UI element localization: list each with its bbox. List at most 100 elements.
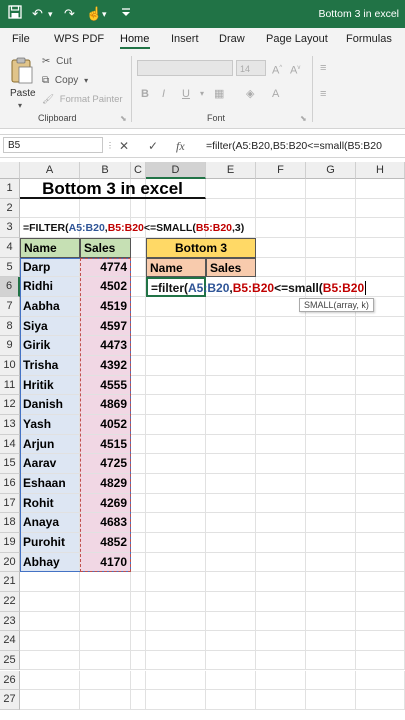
cell[interactable] — [256, 414, 306, 435]
cell[interactable] — [306, 336, 356, 356]
cell[interactable] — [356, 179, 405, 199]
cell[interactable] — [20, 572, 80, 592]
row-header-10[interactable]: 10 — [0, 355, 20, 376]
row-header-3[interactable]: 3 — [0, 218, 20, 238]
cell[interactable] — [256, 316, 306, 337]
cell[interactable] — [356, 513, 405, 533]
cell[interactable] — [356, 316, 405, 337]
cell[interactable] — [131, 532, 146, 553]
column-header-h[interactable]: H — [356, 162, 405, 179]
cell[interactable] — [356, 375, 405, 396]
cell[interactable] — [146, 296, 206, 317]
cell[interactable] — [131, 414, 146, 435]
cell[interactable] — [206, 355, 256, 376]
cell[interactable] — [206, 513, 256, 533]
cell[interactable] — [131, 375, 146, 396]
row-header-22[interactable]: 22 — [0, 591, 20, 612]
cell[interactable] — [206, 434, 256, 455]
cell[interactable] — [356, 690, 405, 710]
cell[interactable] — [131, 257, 146, 278]
row-header-2[interactable]: 2 — [0, 198, 20, 219]
cell[interactable] — [306, 690, 356, 710]
cell[interactable] — [131, 513, 146, 533]
formula-display[interactable]: =FILTER(A5:B20,B5:B20<=SMALL(B5:B20,3) — [20, 218, 244, 238]
cell[interactable] — [256, 395, 306, 415]
row-header-27[interactable]: 27 — [0, 690, 20, 710]
cell[interactable] — [256, 591, 306, 612]
cell[interactable] — [146, 375, 206, 396]
cell[interactable] — [146, 670, 206, 691]
cell[interactable] — [306, 650, 356, 671]
cell[interactable] — [306, 179, 356, 199]
row-header-12[interactable]: 12 — [0, 395, 20, 415]
cell[interactable] — [20, 198, 80, 219]
cell[interactable] — [206, 414, 256, 435]
cell[interactable] — [131, 198, 146, 219]
cell[interactable] — [80, 690, 131, 710]
cell[interactable] — [146, 552, 206, 573]
row-header-18[interactable]: 18 — [0, 513, 20, 533]
cell[interactable] — [131, 611, 146, 632]
row-header-24[interactable]: 24 — [0, 631, 20, 651]
cell[interactable] — [356, 611, 405, 632]
cell[interactable] — [256, 611, 306, 632]
cell[interactable] — [356, 355, 405, 376]
cell[interactable] — [256, 336, 306, 356]
cell[interactable] — [306, 493, 356, 514]
row-header-1[interactable]: 1 — [0, 179, 20, 199]
row-header-21[interactable]: 21 — [0, 572, 20, 592]
cell[interactable] — [206, 532, 256, 553]
cell[interactable] — [356, 532, 405, 553]
row-header-5[interactable]: 5 — [0, 257, 20, 278]
row-header-14[interactable]: 14 — [0, 434, 20, 455]
cell[interactable] — [356, 631, 405, 651]
cell[interactable] — [256, 572, 306, 592]
cell[interactable] — [306, 218, 356, 238]
cell[interactable] — [131, 493, 146, 514]
bottom3-title[interactable]: Bottom 3 — [146, 237, 256, 258]
column-header-f[interactable]: F — [256, 162, 306, 179]
cell[interactable] — [80, 198, 131, 219]
cell[interactable] — [131, 434, 146, 455]
cell[interactable] — [146, 650, 206, 671]
cell[interactable] — [256, 218, 306, 238]
worksheet-grid[interactable]: A B C D E F G H 1 2 3 4 5 6 7 8 9 10 11 12 13 14 15 16 17 18 19 20 2… — [0, 0, 405, 720]
cell[interactable] — [256, 473, 306, 494]
cell[interactable] — [80, 631, 131, 651]
cell[interactable] — [206, 670, 256, 691]
cell[interactable] — [206, 336, 256, 356]
cell[interactable] — [256, 532, 306, 553]
cell[interactable] — [356, 552, 405, 573]
sheet-title[interactable]: Bottom 3 in excel — [20, 179, 206, 199]
column-header-b[interactable]: B — [80, 162, 131, 179]
cell[interactable] — [146, 316, 206, 337]
cell[interactable] — [146, 355, 206, 376]
cell[interactable] — [131, 395, 146, 415]
cell[interactable] — [356, 493, 405, 514]
cell[interactable] — [356, 670, 405, 691]
cell[interactable] — [256, 237, 306, 258]
cell[interactable] — [146, 611, 206, 632]
cell[interactable] — [306, 375, 356, 396]
select-all-corner[interactable] — [0, 162, 20, 179]
row-header-4[interactable]: 4 — [0, 237, 20, 258]
cell[interactable] — [131, 336, 146, 356]
row-header-25[interactable]: 25 — [0, 650, 20, 671]
header-name[interactable]: Name — [20, 237, 80, 258]
cell[interactable] — [131, 572, 146, 592]
row-header-17[interactable]: 17 — [0, 493, 20, 514]
cell[interactable] — [146, 473, 206, 494]
cell[interactable] — [256, 631, 306, 651]
cell[interactable] — [356, 650, 405, 671]
cell[interactable] — [20, 591, 80, 612]
cell[interactable] — [256, 198, 306, 219]
cell[interactable] — [206, 591, 256, 612]
cell[interactable] — [206, 493, 256, 514]
cell[interactable] — [256, 257, 306, 278]
cell[interactable] — [146, 198, 206, 219]
cell[interactable] — [356, 257, 405, 278]
cell[interactable] — [256, 375, 306, 396]
cell[interactable] — [146, 591, 206, 612]
cell[interactable] — [131, 473, 146, 494]
row-header-23[interactable]: 23 — [0, 611, 20, 632]
